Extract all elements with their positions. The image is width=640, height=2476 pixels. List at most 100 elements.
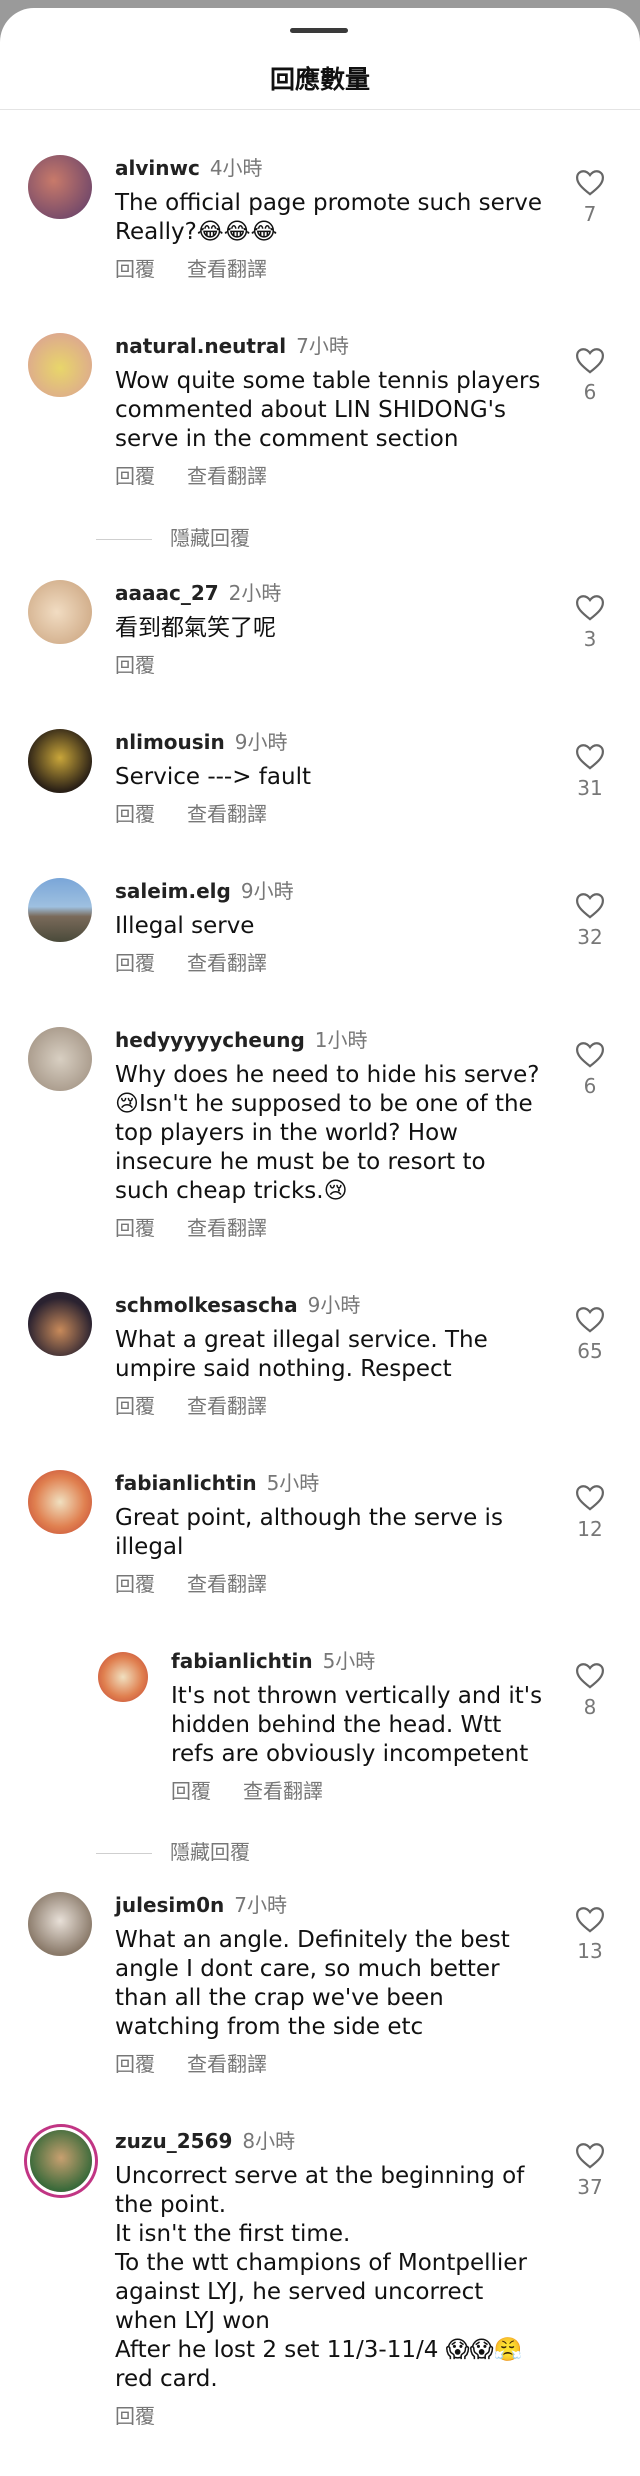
like-count: 65: [577, 1339, 603, 1363]
like-button[interactable]: 7: [570, 169, 610, 226]
timestamp: 7小時: [296, 334, 349, 358]
timestamp: 7小時: [234, 1893, 288, 1917]
divider-line: [96, 1853, 152, 1854]
translate-button[interactable]: 查看翻譯: [187, 2052, 267, 2076]
comments-sheet: 回應數量 alvinwc 4小時 The official page promot…: [0, 8, 640, 2476]
heart-icon: [576, 348, 604, 374]
translate-button[interactable]: 查看翻譯: [187, 257, 267, 281]
username[interactable]: hedyyyyycheung: [115, 1028, 305, 1052]
username[interactable]: fabianlichtin: [115, 1471, 257, 1495]
avatar[interactable]: [28, 878, 92, 942]
reply-button[interactable]: 回覆: [115, 2404, 155, 2428]
avatar[interactable]: [28, 580, 92, 644]
reply-button[interactable]: 回覆: [115, 1216, 155, 1240]
timestamp: 9小時: [307, 1293, 361, 1317]
comment-text: What a great illegal service. The umpire…: [115, 1327, 488, 1382]
timestamp: 5小時: [266, 1471, 320, 1495]
heart-icon: [576, 893, 604, 919]
comment-text: It's not thrown vertically and it's hidd…: [171, 1683, 543, 1767]
translate-button[interactable]: 查看翻譯: [243, 1779, 323, 1803]
like-count: 8: [583, 1695, 597, 1719]
timestamp: 9小時: [240, 879, 294, 903]
translate-button[interactable]: 查看翻譯: [187, 1216, 267, 1240]
comment-text: Wow quite some table tennis players comm…: [115, 368, 541, 452]
divider-line: [96, 539, 152, 540]
avatar[interactable]: [28, 729, 92, 793]
comment-text: Illegal serve: [115, 913, 255, 939]
sheet-title: 回應數量: [269, 65, 370, 94]
reply-button[interactable]: 回覆: [115, 464, 155, 488]
heart-icon: [576, 595, 604, 621]
like-button[interactable]: 65: [570, 1306, 610, 1363]
avatar[interactable]: [28, 1470, 92, 1534]
avatar[interactable]: [28, 1027, 92, 1091]
avatar[interactable]: [28, 155, 92, 219]
like-count: 32: [577, 925, 603, 949]
reply-button[interactable]: 回覆: [115, 951, 155, 975]
heart-icon: [576, 1907, 604, 1933]
username[interactable]: natural.neutral: [115, 334, 286, 358]
like-count: 37: [577, 2175, 603, 2199]
heart-icon: [576, 1663, 604, 1689]
timestamp: 4小時: [209, 156, 263, 180]
translate-button[interactable]: 查看翻譯: [187, 802, 267, 826]
translate-button[interactable]: 查看翻譯: [187, 464, 267, 488]
heart-icon: [576, 1485, 604, 1511]
reply-button[interactable]: 回覆: [115, 2052, 155, 2076]
username[interactable]: alvinwc: [115, 156, 200, 180]
comment-text: The official page promote such serve Rea…: [115, 190, 543, 245]
reply-button[interactable]: 回覆: [115, 1572, 155, 1596]
translate-button[interactable]: 查看翻譯: [187, 951, 267, 975]
like-button[interactable]: 31: [570, 743, 610, 800]
username[interactable]: fabianlichtin: [171, 1649, 313, 1673]
timestamp: 9小時: [234, 730, 288, 754]
like-button[interactable]: 6: [570, 347, 610, 404]
drag-handle[interactable]: [290, 28, 348, 33]
heart-icon: [576, 1307, 604, 1333]
avatar[interactable]: [30, 2130, 92, 2192]
like-button[interactable]: 12: [570, 1484, 610, 1541]
username[interactable]: schmolkesascha: [115, 1293, 298, 1317]
hide-replies-label: 隱藏回覆: [170, 526, 250, 550]
comment-text: Uncorrect serve at the beginning of the …: [115, 2163, 527, 2392]
timestamp: 1小時: [314, 1028, 368, 1052]
like-count: 6: [583, 1074, 597, 1098]
hide-replies-button[interactable]: 隱藏回覆: [96, 1836, 250, 1865]
avatar[interactable]: [28, 1892, 92, 1956]
like-count: 6: [583, 380, 597, 404]
timestamp: 8小時: [242, 2129, 296, 2153]
reply-button[interactable]: 回覆: [115, 1394, 155, 1418]
heart-icon: [576, 170, 604, 196]
hide-replies-button[interactable]: 隱藏回覆: [96, 522, 250, 551]
avatar[interactable]: [98, 1652, 148, 1702]
heart-icon: [576, 2143, 604, 2169]
like-count: 12: [577, 1517, 603, 1541]
username[interactable]: nlimousin: [115, 730, 225, 754]
reply-button[interactable]: 回覆: [115, 802, 155, 826]
comment-text: 看到都氣笑了呢: [115, 615, 276, 641]
translate-button[interactable]: 查看翻譯: [187, 1572, 267, 1596]
like-button[interactable]: 13: [570, 1906, 610, 1963]
like-button[interactable]: 3: [570, 594, 610, 651]
comment-text: Why does he need to hide his serve? 😢Isn…: [115, 1062, 540, 1204]
username[interactable]: aaaac_27: [115, 581, 219, 605]
heart-icon: [576, 744, 604, 770]
like-button[interactable]: 37: [570, 2142, 610, 2199]
username[interactable]: saleim.elg: [115, 879, 231, 903]
header-divider: [0, 109, 640, 110]
reply-button[interactable]: 回覆: [115, 257, 155, 281]
like-count: 31: [577, 776, 603, 800]
translate-button[interactable]: 查看翻譯: [187, 1394, 267, 1418]
like-button[interactable]: 32: [570, 892, 610, 949]
reply-button[interactable]: 回覆: [171, 1779, 211, 1803]
avatar[interactable]: [28, 1292, 92, 1356]
heart-icon: [576, 1042, 604, 1068]
hide-replies-label: 隱藏回覆: [170, 1840, 250, 1864]
reply-button[interactable]: 回覆: [115, 653, 155, 677]
like-button[interactable]: 8: [570, 1662, 610, 1719]
timestamp: 2小時: [228, 581, 282, 605]
username[interactable]: julesim0n: [115, 1893, 224, 1917]
avatar[interactable]: [28, 333, 92, 397]
username[interactable]: zuzu_2569: [115, 2129, 232, 2153]
like-button[interactable]: 6: [570, 1041, 610, 1098]
